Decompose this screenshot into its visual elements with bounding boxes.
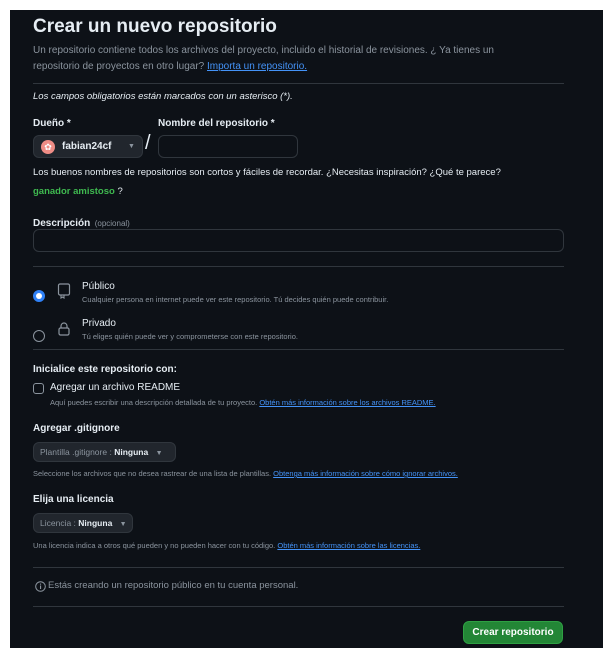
gitignore-dropdown-value: Ninguna <box>114 447 149 457</box>
name-suggestion: ganador amistoso ? <box>33 186 123 197</box>
name-suggestion-text: Los buenos nombres de repositorios son c… <box>33 167 501 178</box>
public-title: Público <box>82 281 115 292</box>
readme-checkbox[interactable] <box>33 383 44 394</box>
gitignore-learn-more-link[interactable]: Obtenga más información sobre cómo ignor… <box>273 469 458 478</box>
gitignore-dropdown-prefix: Plantilla .gitignore : <box>40 447 112 457</box>
divider <box>33 349 564 350</box>
owner-label: Dueño * <box>33 118 71 129</box>
info-icon <box>35 581 46 592</box>
suggestion-suffix: ? <box>117 186 123 197</box>
license-dropdown[interactable]: Licencia : Ninguna ▼ <box>33 513 133 533</box>
public-description: Cualquier persona en internet puede ver … <box>82 295 389 304</box>
avatar-icon: ✿ <box>41 140 55 154</box>
divider <box>33 606 564 607</box>
lock-icon <box>58 322 70 336</box>
new-repository-form: Crear un nuevo repositorio Un repositori… <box>10 10 603 648</box>
initialize-heading: Inicialice este repositorio con: <box>33 364 177 375</box>
suggested-name-link[interactable]: ganador amistoso <box>33 186 115 197</box>
private-description: Tú eliges quién puede ver y comprometers… <box>82 332 298 341</box>
divider <box>33 83 564 84</box>
gitignore-template-dropdown[interactable]: Plantilla .gitignore : Ninguna ▼ <box>33 442 176 462</box>
owner-select-button[interactable]: ✿ fabian24cf ▼ <box>33 135 143 158</box>
description-optional: (opcional) <box>94 219 130 228</box>
gitignore-help: Seleccione los archivos que no desea ras… <box>33 469 458 478</box>
chevron-down-icon: ▼ <box>119 521 127 528</box>
chevron-down-icon: ▼ <box>128 143 135 150</box>
private-radio[interactable] <box>33 330 45 342</box>
readme-learn-more-link[interactable]: Obtén más información sobre los archivos… <box>259 398 435 407</box>
owner-repo-separator: / <box>145 132 151 154</box>
private-title: Privado <box>82 318 116 329</box>
owner-name: fabian24cf <box>62 141 112 152</box>
import-repository-link[interactable]: Importa un repositorio. <box>207 61 307 72</box>
repo-icon <box>57 283 71 299</box>
license-dropdown-prefix: Licencia : <box>40 518 76 528</box>
create-repository-button[interactable]: Crear repositorio <box>463 621 563 644</box>
readme-description: Aquí puedes escribir una descripción det… <box>50 398 258 407</box>
page-title: Crear un nuevo repositorio <box>33 16 277 37</box>
license-help-text: Una licencia indica a otros qué pueden y… <box>33 541 276 550</box>
license-learn-more-link[interactable]: Obtén más información sobre las licencia… <box>277 541 420 550</box>
divider <box>33 266 564 267</box>
license-dropdown-value: Ninguna <box>78 518 113 528</box>
divider <box>33 567 564 568</box>
page-intro: Un repositorio contiene todos los archiv… <box>33 43 543 75</box>
description-label: Descripción <box>33 218 91 229</box>
gitignore-help-text: Seleccione los archivos que no desea ras… <box>33 469 272 478</box>
info-message: Estás creando un repositorio público en … <box>48 580 299 591</box>
license-heading: Elija una licencia <box>33 494 114 505</box>
repo-name-label: Nombre del repositorio * <box>158 118 275 129</box>
readme-label: Agregar un archivo README <box>50 382 181 393</box>
readme-help: Aquí puedes escribir una descripción det… <box>50 398 436 407</box>
description-input[interactable] <box>33 229 564 252</box>
required-fields-note: Los campos obligatorios están marcados c… <box>33 91 293 102</box>
public-radio[interactable] <box>33 290 45 302</box>
top-white-strip <box>0 0 603 10</box>
repo-name-input[interactable] <box>158 135 298 158</box>
license-help: Una licencia indica a otros qué pueden y… <box>33 541 420 550</box>
chevron-down-icon: ▼ <box>155 450 163 457</box>
gitignore-heading: Agregar .gitignore <box>33 423 120 434</box>
